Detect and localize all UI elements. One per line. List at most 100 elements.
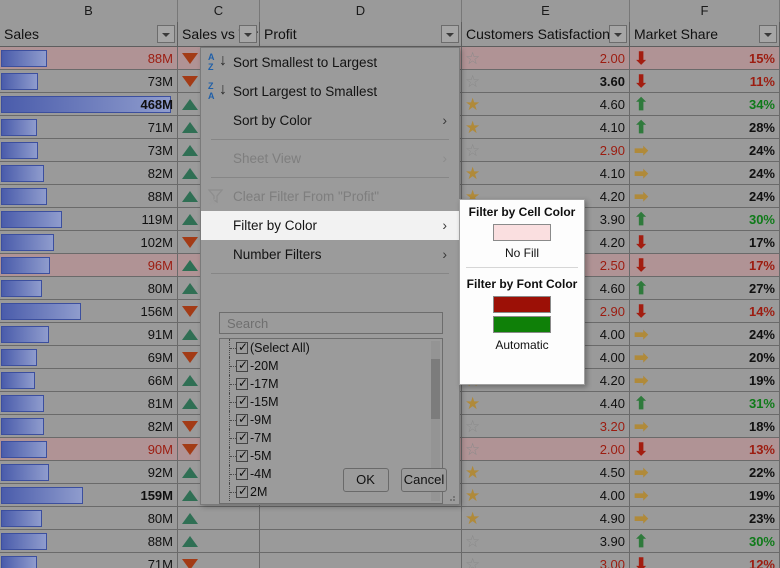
- cell-sales[interactable]: 119M: [0, 208, 178, 231]
- filter-dropdown-sales[interactable]: [157, 25, 175, 43]
- cell-customers-satisfaction[interactable]: ☆ 3.00: [462, 553, 630, 568]
- ok-button[interactable]: OK: [342, 468, 389, 492]
- table-row[interactable]: 71M ☆ 3.00 ⬇ 12%: [0, 553, 780, 568]
- cell-sales[interactable]: 80M: [0, 277, 178, 300]
- cell-customers-satisfaction[interactable]: ★ 4.10: [462, 116, 630, 139]
- cell-sales[interactable]: 156M: [0, 300, 178, 323]
- automatic-option[interactable]: Automatic: [460, 335, 584, 358]
- cell-customers-satisfaction[interactable]: ★ 4.60: [462, 93, 630, 116]
- cell-sales-vs-target[interactable]: [178, 530, 260, 553]
- cancel-button[interactable]: Cancel: [401, 468, 447, 492]
- cell-sales[interactable]: 73M: [0, 139, 178, 162]
- cell-market-share[interactable]: ➡ 18%: [630, 415, 780, 438]
- checkbox-icon[interactable]: [236, 412, 248, 426]
- list-item[interactable]: (Select All): [220, 339, 442, 357]
- resize-grip-icon[interactable]: [446, 492, 456, 502]
- cell-sales[interactable]: 468M: [0, 93, 178, 116]
- filter-search-input[interactable]: [219, 312, 443, 334]
- checkbox-icon[interactable]: [236, 466, 248, 480]
- no-fill-option[interactable]: No Fill: [460, 243, 584, 266]
- cell-sales[interactable]: 82M: [0, 162, 178, 185]
- cell-sales-vs-target[interactable]: [178, 553, 260, 568]
- cell-market-share[interactable]: ➡ 24%: [630, 139, 780, 162]
- cell-customers-satisfaction[interactable]: ☆ 2.00: [462, 438, 630, 461]
- column-letter-B[interactable]: B: [0, 0, 178, 22]
- checkbox-icon[interactable]: [236, 394, 248, 408]
- column-letter-D[interactable]: D: [260, 0, 462, 22]
- checkbox-icon[interactable]: [236, 448, 248, 462]
- table-row[interactable]: 80M ★ 4.90 ➡ 23%: [0, 507, 780, 530]
- cell-customers-satisfaction[interactable]: ☆ 3.90: [462, 530, 630, 553]
- cell-sales[interactable]: 88M: [0, 530, 178, 553]
- menu-item-sort-largest-to-smallest[interactable]: Z A ↓ Sort Largest to Smallest: [201, 77, 459, 106]
- checkbox-icon[interactable]: [236, 430, 248, 444]
- list-item[interactable]: -7M: [220, 429, 442, 447]
- cell-sales[interactable]: 81M: [0, 392, 178, 415]
- menu-item-filter-by-color[interactable]: Filter by Color ›: [201, 211, 459, 240]
- cell-market-share[interactable]: ⬆ 30%: [630, 530, 780, 553]
- cell-sales[interactable]: 80M: [0, 507, 178, 530]
- cell-market-share[interactable]: ➡ 20%: [630, 346, 780, 369]
- cell-sales[interactable]: 90M: [0, 438, 178, 461]
- cell-market-share[interactable]: ⬇ 17%: [630, 254, 780, 277]
- filter-dropdown-profit[interactable]: [441, 25, 459, 43]
- column-letter-C[interactable]: C: [178, 0, 260, 22]
- cell-market-share[interactable]: ⬆ 30%: [630, 208, 780, 231]
- cell-market-share[interactable]: ➡ 19%: [630, 369, 780, 392]
- filter-dropdown-customers-satisfaction[interactable]: [609, 25, 627, 43]
- checkbox-icon[interactable]: [236, 340, 248, 354]
- cell-profit[interactable]: [260, 507, 462, 530]
- cell-sales[interactable]: 71M: [0, 553, 178, 568]
- cell-market-share[interactable]: ⬇ 17%: [630, 231, 780, 254]
- cell-customers-satisfaction[interactable]: ☆ 3.20: [462, 415, 630, 438]
- list-item[interactable]: -9M: [220, 411, 442, 429]
- cell-market-share[interactable]: ⬆ 31%: [630, 392, 780, 415]
- cell-customers-satisfaction[interactable]: ★ 4.40: [462, 392, 630, 415]
- cell-market-share[interactable]: ➡ 24%: [630, 323, 780, 346]
- cell-market-share[interactable]: ➡ 19%: [630, 484, 780, 507]
- checkbox-icon[interactable]: [236, 484, 248, 498]
- filter-dropdown-market-share[interactable]: [759, 25, 777, 43]
- cell-sales[interactable]: 69M: [0, 346, 178, 369]
- cell-market-share[interactable]: ➡ 22%: [630, 461, 780, 484]
- cell-market-share[interactable]: ⬇ 11%: [630, 70, 780, 93]
- cell-sales[interactable]: 96M: [0, 254, 178, 277]
- cell-sales[interactable]: 159M: [0, 484, 178, 507]
- menu-item-sort-smallest-to-largest[interactable]: A Z ↓ Sort Smallest to Largest: [201, 48, 459, 77]
- cell-sales[interactable]: 88M: [0, 185, 178, 208]
- checklist-scrollbar-thumb[interactable]: [431, 359, 440, 419]
- cell-customers-satisfaction[interactable]: ★ 4.10: [462, 162, 630, 185]
- cell-customers-satisfaction[interactable]: ★ 4.00: [462, 484, 630, 507]
- cell-customers-satisfaction[interactable]: ☆ 2.90: [462, 139, 630, 162]
- menu-item-sort-by-color[interactable]: Sort by Color ›: [201, 106, 459, 135]
- cell-sales[interactable]: 73M: [0, 70, 178, 93]
- column-letter-F[interactable]: F: [630, 0, 780, 22]
- cell-profit[interactable]: [260, 530, 462, 553]
- column-letter-E[interactable]: E: [462, 0, 630, 22]
- list-item[interactable]: -5M: [220, 447, 442, 465]
- cell-customers-satisfaction[interactable]: ★ 4.50: [462, 461, 630, 484]
- list-item[interactable]: -15M: [220, 393, 442, 411]
- checkbox-icon[interactable]: [236, 376, 248, 390]
- cell-market-share[interactable]: ⬆ 34%: [630, 93, 780, 116]
- cell-market-share[interactable]: ⬇ 14%: [630, 300, 780, 323]
- cell-sales[interactable]: 91M: [0, 323, 178, 346]
- cell-sales[interactable]: 82M: [0, 415, 178, 438]
- cell-market-share[interactable]: ➡ 24%: [630, 185, 780, 208]
- cell-sales[interactable]: 88M: [0, 47, 178, 70]
- menu-item-number-filters[interactable]: Number Filters ›: [201, 240, 459, 269]
- cell-sales[interactable]: 71M: [0, 116, 178, 139]
- list-item[interactable]: -17M: [220, 375, 442, 393]
- cell-color-swatch-pink[interactable]: [493, 224, 551, 242]
- cell-market-share[interactable]: ⬇ 15%: [630, 47, 780, 70]
- cell-market-share[interactable]: ➡ 24%: [630, 162, 780, 185]
- cell-customers-satisfaction[interactable]: ★ 4.90: [462, 507, 630, 530]
- cell-sales[interactable]: 92M: [0, 461, 178, 484]
- cell-sales-vs-target[interactable]: [178, 507, 260, 530]
- cell-market-share[interactable]: ➡ 23%: [630, 507, 780, 530]
- cell-market-share[interactable]: ⬇ 13%: [630, 438, 780, 461]
- cell-market-share[interactable]: ⬆ 28%: [630, 116, 780, 139]
- cell-market-share[interactable]: ⬇ 12%: [630, 553, 780, 568]
- table-row[interactable]: 88M ☆ 3.90 ⬆ 30%: [0, 530, 780, 553]
- font-color-swatch-green[interactable]: [493, 316, 551, 334]
